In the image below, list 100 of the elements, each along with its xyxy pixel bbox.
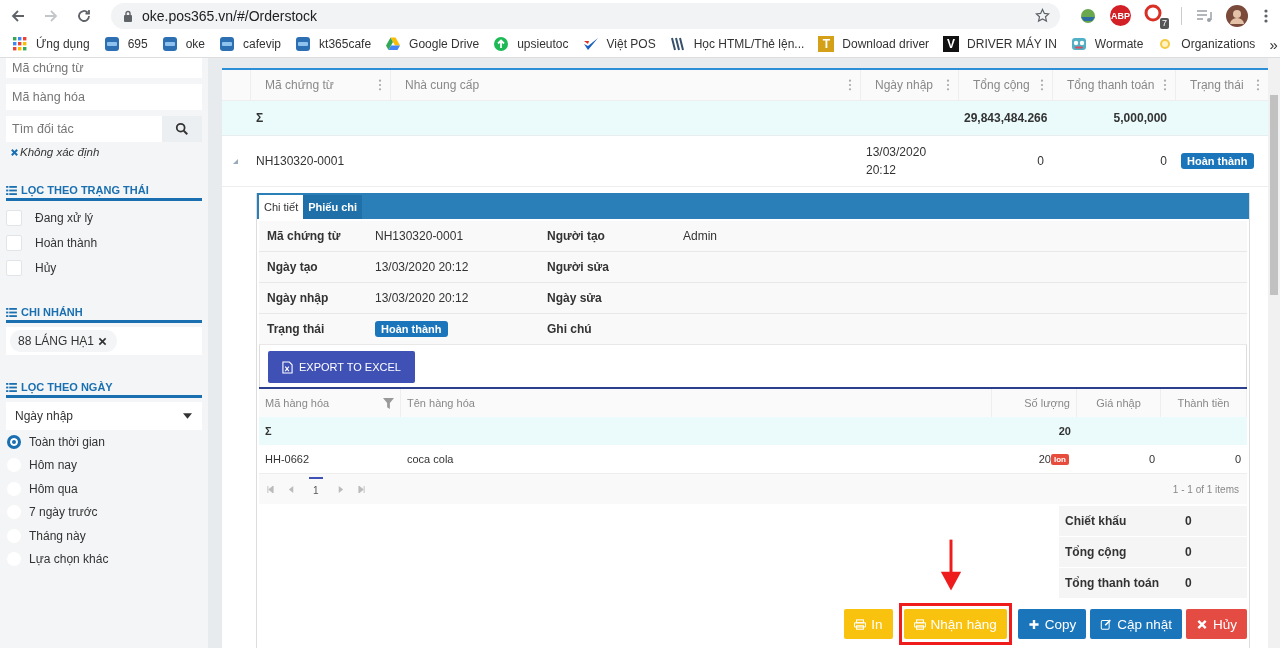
expand-toggle-icon[interactable] — [232, 158, 238, 164]
bookmark-link[interactable]: cafevip — [219, 36, 282, 52]
spreadsheet-icon — [282, 360, 293, 374]
column-menu-icon[interactable] — [848, 79, 852, 91]
sum-symbol: Σ — [264, 425, 273, 437]
field-value: Admin — [683, 229, 717, 243]
export-button[interactable]: EXPORT TO EXCEL — [268, 351, 415, 383]
app-icon — [161, 36, 178, 52]
last-page-icon[interactable] — [357, 485, 365, 493]
table-cell-text: 0 — [1147, 453, 1156, 465]
scrollbar[interactable] — [1268, 58, 1280, 648]
column-menu-icon[interactable] — [1256, 79, 1260, 91]
checkbox[interactable] — [6, 234, 22, 251]
checkbox-label: Hủy — [35, 260, 57, 275]
summary-label: Chiết khấu — [1064, 514, 1128, 528]
first-page-icon[interactable] — [267, 485, 274, 493]
table-cell-text: 20 — [1057, 425, 1072, 437]
checkbox[interactable] — [6, 259, 22, 276]
filter-field[interactable]: Mã hàng hóa — [6, 84, 202, 110]
list-icon — [6, 382, 17, 392]
summary-value: 0 — [1185, 576, 1192, 590]
field-value: 13/03/2020 20:12 — [375, 260, 469, 274]
column-menu-icon[interactable] — [378, 79, 382, 91]
column-header[interactable]: Ngày nhập — [860, 70, 958, 100]
status-badge: Hoàn thành — [375, 321, 448, 337]
radio-label: Lựa chọn khác — [29, 552, 109, 567]
summary-label: Tổng cộng — [1064, 545, 1128, 559]
bookmark-link[interactable]: oke — [161, 36, 205, 52]
url-text: oke.pos365.vn/#/Orderstock — [142, 7, 319, 24]
column-menu-icon[interactable] — [1163, 79, 1167, 91]
menu-icon[interactable] — [1264, 7, 1268, 24]
field-label: Ngày nhập — [267, 291, 329, 305]
app-icon — [219, 36, 235, 52]
remove-icon[interactable] — [98, 336, 108, 346]
column-header[interactable]: Tổng cộng — [958, 70, 1052, 100]
bookmark-link[interactable]: kt365cafe — [295, 36, 372, 52]
avatar-icon[interactable] — [1226, 4, 1248, 27]
field-label: Ngày sửa — [547, 291, 602, 305]
search-icon — [175, 122, 189, 136]
more-bookmarks-button[interactable]: » — [1269, 35, 1278, 53]
action-button[interactable]: Copy — [1017, 609, 1087, 639]
field-value: NH130320-0001 — [375, 229, 464, 243]
field-label: Trạng thái — [267, 322, 325, 336]
tab[interactable]: Chi tiết — [259, 195, 304, 219]
address-bar[interactable]: oke.pos365.vn/#/Orderstock — [111, 2, 1060, 29]
radio-button[interactable] — [7, 434, 21, 449]
column-header[interactable]: Mã chứng từ — [250, 70, 390, 100]
sum-symbol: Σ — [255, 111, 265, 125]
star-icon[interactable] — [1035, 8, 1050, 23]
table-cell-text: 0 — [1036, 154, 1045, 168]
partner-search-field[interactable]: Tìm đối tác — [6, 116, 162, 142]
field-label: Mã chứng từ — [267, 229, 341, 243]
section-title: LỌC THEO TRẠNG THÁI — [21, 184, 149, 196]
tab[interactable]: Phiếu chi — [303, 195, 363, 219]
list-icon — [6, 307, 17, 317]
bookmark-link[interactable]: 695 — [103, 36, 148, 52]
table-cell-text: 13/03/2020 20:12 — [865, 144, 928, 179]
column-header[interactable]: Nhà cung cấp — [390, 70, 860, 100]
back-icon[interactable] — [10, 7, 26, 24]
bookmark-link[interactable]: V DRIVER MÁY IN — [943, 36, 1057, 52]
previous-page-icon[interactable] — [288, 485, 295, 493]
bookmark-link[interactable]: Wormate — [1070, 36, 1144, 52]
field-label: Ngày tạo — [267, 260, 318, 274]
checkbox[interactable] — [6, 209, 22, 226]
reload-icon[interactable] — [76, 7, 92, 24]
bookmark-link[interactable]: Việt POS — [582, 36, 656, 52]
checkmark-icon — [582, 36, 599, 52]
bookmark-link[interactable]: T Download driver — [818, 36, 930, 52]
filter-icon[interactable] — [383, 397, 394, 409]
table-cell-text: 29,843,484.266 — [963, 111, 1049, 125]
column-header[interactable]: Tổng thanh toán — [1052, 70, 1175, 100]
branch-select[interactable]: 88 LÁNG HẠ1 — [6, 327, 202, 355]
next-page-icon[interactable] — [336, 485, 344, 493]
robot-icon — [1070, 36, 1087, 52]
bookmark-link[interactable]: Organizations — [1157, 36, 1256, 52]
checkbox-label: Hoàn thành — [35, 235, 98, 250]
bookmark-link[interactable]: Google Drive — [385, 36, 480, 52]
app-icon — [295, 36, 312, 52]
partner-tag: Không xác định — [20, 146, 100, 158]
table-cell-text: NH130320-0001 — [255, 154, 346, 168]
action-button[interactable]: Hủy — [1186, 609, 1247, 639]
letter-icon: T — [818, 36, 835, 52]
search-button[interactable] — [162, 116, 202, 142]
table-cell-text: 5,000,000 — [1112, 111, 1168, 125]
action-button[interactable]: Cập nhật — [1090, 609, 1182, 639]
bookmark-link[interactable]: upsieutoc — [493, 36, 569, 52]
radio-label: Tháng này — [29, 528, 86, 543]
section-title: CHI NHÁNH — [21, 306, 83, 318]
bookmark-link[interactable]: Ứng dụng — [12, 36, 90, 52]
radio-label: 7 ngày trước — [29, 505, 98, 520]
column-menu-icon[interactable] — [1040, 79, 1044, 91]
page-number[interactable]: 1 — [309, 476, 323, 502]
upload-icon — [493, 36, 510, 52]
bookmark-link[interactable]: Học HTML/Thẻ lện... — [669, 36, 805, 52]
adblock-extension-icon[interactable]: ABP — [1110, 5, 1131, 26]
filter-field[interactable]: Mã chứng từ — [6, 58, 202, 78]
date-type-select[interactable]: Ngày nhập — [6, 402, 202, 430]
checkbox-label: Đang xử lý — [35, 210, 94, 225]
column-menu-icon[interactable] — [946, 79, 950, 91]
table-cell-text: 0 — [1233, 453, 1242, 465]
